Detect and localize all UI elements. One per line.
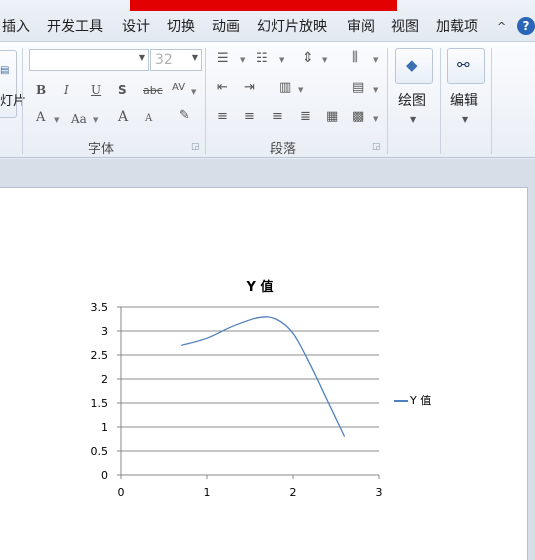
x-tick-label: 3: [376, 486, 383, 499]
legend-label: Y 值: [410, 394, 432, 407]
y-tick-label: 0.5: [91, 445, 109, 458]
series-line: [181, 316, 346, 437]
y-tick-label: 1: [101, 421, 108, 434]
chart-legend: Y 值: [394, 392, 431, 408]
legend-line-swatch: [394, 400, 408, 402]
x-tick-label: 1: [204, 486, 211, 499]
y-tick-label: 2.5: [91, 349, 109, 362]
line-chart[interactable]: 0 0.5 1 1.5 2 2.5 3 3.5 0 1 2 3: [0, 0, 535, 560]
x-tick-label: 0: [118, 486, 125, 499]
y-tick-label: 0: [101, 469, 108, 482]
y-tick-label: 1.5: [91, 397, 109, 410]
y-tick-label: 3.5: [91, 301, 109, 314]
y-tick-label: 3: [101, 325, 108, 338]
x-tick-label: 2: [290, 486, 297, 499]
y-tick-label: 2: [101, 373, 108, 386]
